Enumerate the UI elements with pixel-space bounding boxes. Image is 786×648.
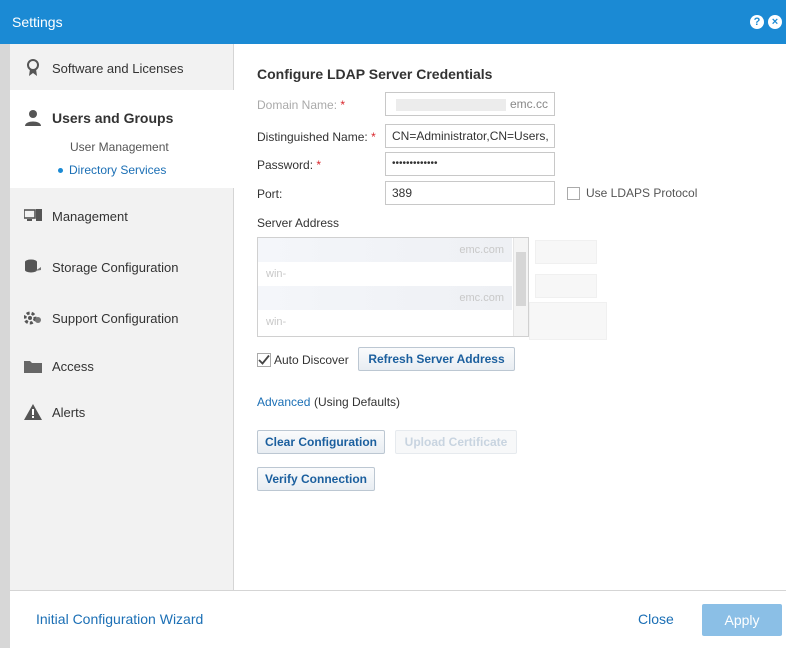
domain-name-field[interactable]: emc.cc: [385, 92, 555, 116]
list-item[interactable]: emc.com: [258, 238, 512, 262]
list-item[interactable]: win-: [258, 310, 512, 334]
redacted-block: [395, 98, 506, 111]
faded-remove-button: [535, 274, 597, 298]
password-label: Password: *: [257, 158, 322, 172]
server-address-list[interactable]: emc.com win- emc.com win-: [257, 237, 529, 337]
list-item[interactable]: win-: [258, 262, 512, 286]
distinguished-name-label: Distinguished Name: *: [257, 130, 376, 144]
ldaps-checkbox[interactable]: [567, 187, 580, 200]
faded-add-button: [535, 240, 597, 264]
password-field[interactable]: •••••••••••••: [385, 152, 555, 176]
sidebar-subitem-label: Directory Services: [69, 163, 167, 177]
list-scrollbar[interactable]: [513, 238, 528, 336]
sidebar-item-label: Storage Configuration: [52, 259, 179, 275]
apply-button[interactable]: Apply: [702, 604, 782, 636]
warning-icon: [24, 403, 42, 421]
sidebar-subitem-directory-services[interactable]: Directory Services: [58, 163, 166, 177]
clear-configuration-button[interactable]: Clear Configuration: [257, 430, 385, 454]
help-icon[interactable]: ?: [750, 15, 764, 29]
domain-name-label: Domain Name: *: [257, 98, 346, 112]
upload-certificate-button[interactable]: Upload Certificate: [395, 430, 517, 454]
sidebar-item-software-licenses[interactable]: Software and Licenses: [10, 46, 234, 90]
award-icon: [24, 59, 42, 77]
sidebar-item-label: Management: [52, 208, 128, 224]
sidebar-item-label: Users and Groups: [52, 110, 174, 126]
main-panel: Configure LDAP Server Credentials Domain…: [235, 44, 786, 590]
port-field[interactable]: 389: [385, 181, 555, 205]
sidebar-item-access[interactable]: Access: [10, 344, 234, 388]
sidebar-item-alerts[interactable]: Alerts: [10, 390, 234, 434]
sidebar-subitem-user-management[interactable]: User Management: [70, 140, 169, 154]
advanced-link[interactable]: Advanced: [257, 395, 310, 409]
verify-connection-button[interactable]: Verify Connection: [257, 467, 375, 491]
active-bullet-icon: [58, 168, 63, 174]
sidebar: Software and Licenses Users and Groups U…: [10, 44, 234, 590]
sidebar-item-support-configuration[interactable]: Support Configuration: [10, 296, 234, 340]
footer: Initial Configuration Wizard Close Apply: [10, 590, 786, 648]
list-item[interactable]: emc.com: [258, 286, 512, 310]
window-frame: [0, 44, 10, 648]
gears-icon: [24, 309, 42, 327]
close-button[interactable]: Close: [638, 611, 674, 627]
sidebar-item-storage-configuration[interactable]: Storage Configuration: [10, 245, 234, 289]
faded-panel: [529, 302, 607, 340]
title-bar: Settings ? ×: [0, 0, 786, 44]
sidebar-item-label: Software and Licenses: [52, 60, 184, 76]
window-title: Settings: [12, 14, 63, 30]
sidebar-item-management[interactable]: Management: [10, 194, 234, 238]
advanced-note: (Using Defaults): [314, 395, 401, 409]
initial-configuration-wizard-link[interactable]: Initial Configuration Wizard: [36, 611, 203, 627]
page-title: Configure LDAP Server Credentials: [257, 66, 493, 82]
distinguished-name-field[interactable]: CN=Administrator,CN=Users,: [385, 124, 555, 148]
user-icon: [24, 109, 42, 127]
sidebar-item-users-groups[interactable]: Users and Groups: [10, 98, 234, 138]
refresh-server-address-button[interactable]: Refresh Server Address: [358, 347, 515, 371]
auto-discover-checkbox[interactable]: [257, 353, 271, 367]
scrollbar-thumb[interactable]: [516, 252, 526, 306]
folder-icon: [24, 357, 42, 375]
storage-icon: [24, 258, 42, 276]
auto-discover-label: Auto Discover: [274, 353, 349, 367]
close-icon[interactable]: ×: [768, 15, 782, 29]
monitor-icon: [24, 207, 42, 225]
sidebar-item-label: Alerts: [52, 404, 86, 420]
server-address-label: Server Address: [257, 216, 340, 230]
sidebar-item-label: Access: [52, 358, 94, 374]
sidebar-item-label: Support Configuration: [52, 310, 179, 326]
ldaps-label: Use LDAPS Protocol: [586, 186, 698, 200]
port-label: Port:: [257, 187, 283, 201]
